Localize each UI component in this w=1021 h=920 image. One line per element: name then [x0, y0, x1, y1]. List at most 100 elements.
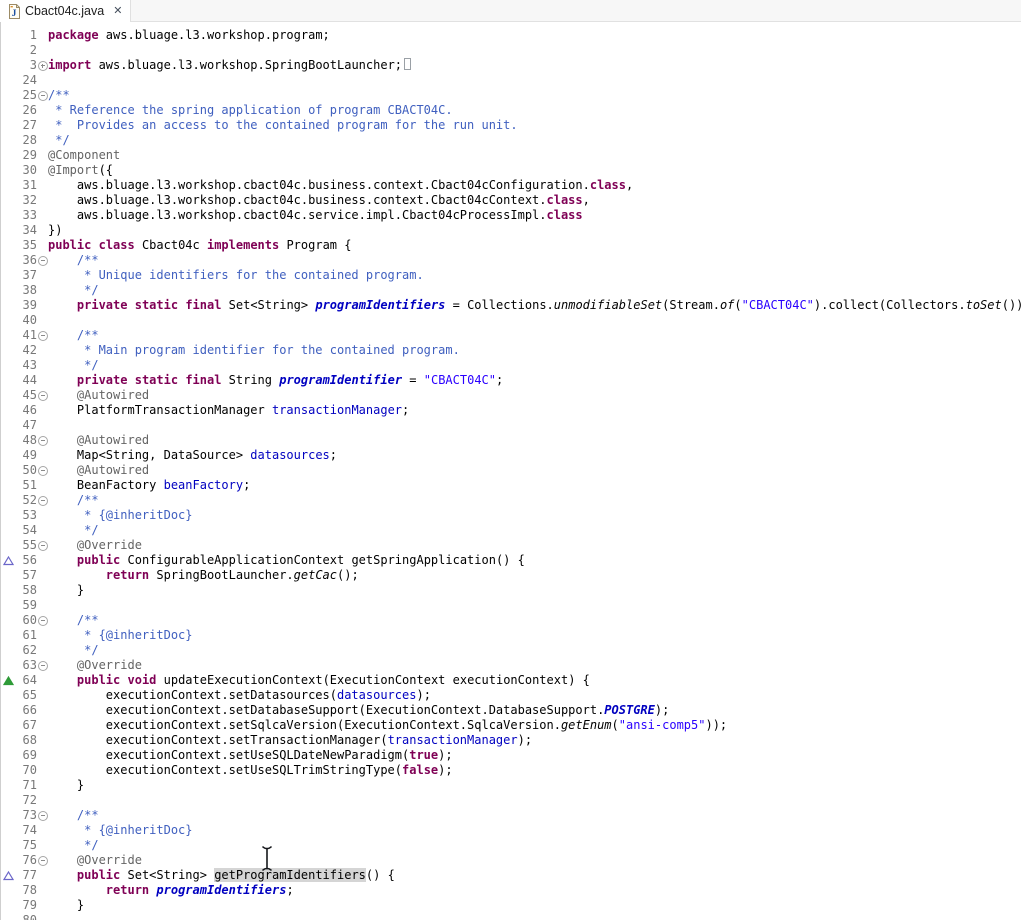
code-line[interactable]: 68 executionContext.setTransactionManage…	[1, 733, 1021, 748]
fold-collapse-icon[interactable]	[37, 253, 48, 268]
fold-collapse-icon[interactable]	[37, 388, 48, 403]
code-line[interactable]: 48 @Autowired	[1, 433, 1021, 448]
code-line[interactable]: 73 /**	[1, 808, 1021, 823]
code-line[interactable]: 57 return SpringBootLauncher.getCac();	[1, 568, 1021, 583]
code-line[interactable]: 28 */	[1, 133, 1021, 148]
fold-collapse-icon[interactable]	[37, 808, 48, 823]
fold-gutter	[37, 28, 48, 43]
code-line[interactable]: 27 * Provides an access to the contained…	[1, 118, 1021, 133]
marker-gutter	[1, 898, 15, 913]
override-marker-icon[interactable]	[1, 553, 15, 568]
code-line[interactable]: 3import aws.bluage.l3.workshop.SpringBoo…	[1, 58, 1021, 73]
code-line[interactable]: 45 @Autowired	[1, 388, 1021, 403]
code-line[interactable]: 31 aws.bluage.l3.workshop.cbact04c.busin…	[1, 178, 1021, 193]
marker-gutter	[1, 223, 15, 238]
marker-gutter	[1, 163, 15, 178]
line-number: 58	[15, 583, 37, 598]
fold-collapse-icon[interactable]	[37, 433, 48, 448]
code-line[interactable]: 61 * {@inheritDoc}	[1, 628, 1021, 643]
fold-gutter	[37, 643, 48, 658]
fold-collapse-icon[interactable]	[37, 658, 48, 673]
code-line[interactable]: 69 executionContext.setUseSQLDateNewPara…	[1, 748, 1021, 763]
fold-collapse-icon[interactable]	[37, 538, 48, 553]
code-line[interactable]: 52 /**	[1, 493, 1021, 508]
code-line[interactable]: 49 Map<String, DataSource> datasources;	[1, 448, 1021, 463]
code-line[interactable]: 56 public ConfigurableApplicationContext…	[1, 553, 1021, 568]
fold-expand-icon[interactable]	[37, 58, 48, 73]
code-line[interactable]: 1package aws.bluage.l3.workshop.program;	[1, 28, 1021, 43]
code-line[interactable]: 53 * {@inheritDoc}	[1, 508, 1021, 523]
code-line[interactable]: 63 @Override	[1, 658, 1021, 673]
code-line[interactable]: 35public class Cbact04c implements Progr…	[1, 238, 1021, 253]
marker-gutter	[1, 913, 15, 920]
code-area: 1package aws.bluage.l3.workshop.program;…	[1, 28, 1021, 920]
code-line[interactable]: 66 executionContext.setDatabaseSupport(E…	[1, 703, 1021, 718]
code-line[interactable]: 79 }	[1, 898, 1021, 913]
code-line[interactable]: 42 * Main program identifier for the con…	[1, 343, 1021, 358]
code-line[interactable]: 2	[1, 43, 1021, 58]
fold-gutter	[37, 508, 48, 523]
code-line[interactable]: 29@Component	[1, 148, 1021, 163]
code-line[interactable]: 25/**	[1, 88, 1021, 103]
code-line[interactable]: 26 * Reference the spring application of…	[1, 103, 1021, 118]
code-line[interactable]: 30@Import({	[1, 163, 1021, 178]
code-line[interactable]: 51 BeanFactory beanFactory;	[1, 478, 1021, 493]
fold-collapse-icon[interactable]	[37, 88, 48, 103]
code-text: public void updateExecutionContext(Execu…	[48, 673, 590, 688]
code-line[interactable]: 71 }	[1, 778, 1021, 793]
line-number: 79	[15, 898, 37, 913]
line-number: 61	[15, 628, 37, 643]
marker-gutter	[1, 688, 15, 703]
code-line[interactable]: 36 /**	[1, 253, 1021, 268]
code-line[interactable]: 43 */	[1, 358, 1021, 373]
fold-gutter	[37, 163, 48, 178]
code-line[interactable]: 67 executionContext.setSqlcaVersion(Exec…	[1, 718, 1021, 733]
code-line[interactable]: 24	[1, 73, 1021, 88]
code-line[interactable]: 65 executionContext.setDatasources(datas…	[1, 688, 1021, 703]
code-line[interactable]: 74 * {@inheritDoc}	[1, 823, 1021, 838]
tab-cbact04c-java[interactable]: J Cbact04c.java ✕	[0, 0, 131, 22]
code-line[interactable]: 59	[1, 598, 1021, 613]
override-marker-icon[interactable]	[1, 868, 15, 883]
code-text: import aws.bluage.l3.workshop.SpringBoot…	[48, 58, 411, 73]
code-line[interactable]: 60 /**	[1, 613, 1021, 628]
fold-gutter	[37, 748, 48, 763]
code-line[interactable]: 41 /**	[1, 328, 1021, 343]
code-line[interactable]: 62 */	[1, 643, 1021, 658]
code-line[interactable]: 76 @Override	[1, 853, 1021, 868]
fold-collapse-icon[interactable]	[37, 463, 48, 478]
code-line[interactable]: 75 */	[1, 838, 1021, 853]
code-line[interactable]: 46 PlatformTransactionManager transactio…	[1, 403, 1021, 418]
code-line[interactable]: 33 aws.bluage.l3.workshop.cbact04c.servi…	[1, 208, 1021, 223]
code-line[interactable]: 44 private static final String programId…	[1, 373, 1021, 388]
fold-collapse-icon[interactable]	[37, 613, 48, 628]
code-line[interactable]: 47	[1, 418, 1021, 433]
code-editor[interactable]: 1package aws.bluage.l3.workshop.program;…	[0, 22, 1021, 920]
marker-gutter	[1, 208, 15, 223]
code-line[interactable]: 37 * Unique identifiers for the containe…	[1, 268, 1021, 283]
fold-collapse-icon[interactable]	[37, 853, 48, 868]
code-line[interactable]: 58 }	[1, 583, 1021, 598]
code-line[interactable]: 72	[1, 793, 1021, 808]
code-line[interactable]: 34})	[1, 223, 1021, 238]
code-line[interactable]: 40	[1, 313, 1021, 328]
tab-close-icon[interactable]: ✕	[113, 6, 122, 17]
line-number: 62	[15, 643, 37, 658]
code-line[interactable]: 38 */	[1, 283, 1021, 298]
code-text: */	[48, 283, 99, 298]
code-line[interactable]: 64 public void updateExecutionContext(Ex…	[1, 673, 1021, 688]
code-line[interactable]: 32 aws.bluage.l3.workshop.cbact04c.busin…	[1, 193, 1021, 208]
code-line[interactable]: 78 return programIdentifiers;	[1, 883, 1021, 898]
code-line[interactable]: 54 */	[1, 523, 1021, 538]
code-line[interactable]: 39 private static final Set<String> prog…	[1, 298, 1021, 313]
fold-collapse-icon[interactable]	[37, 328, 48, 343]
fold-collapse-icon[interactable]	[37, 493, 48, 508]
code-line[interactable]: 80	[1, 913, 1021, 920]
code-line[interactable]: 77 public Set<String> getProgramIdentifi…	[1, 868, 1021, 883]
code-text: }	[48, 583, 84, 598]
implements-marker-icon[interactable]	[1, 673, 15, 688]
code-line[interactable]: 70 executionContext.setUseSQLTrimStringT…	[1, 763, 1021, 778]
code-line[interactable]: 50 @Autowired	[1, 463, 1021, 478]
collapsed-region-box[interactable]	[404, 58, 411, 70]
code-line[interactable]: 55 @Override	[1, 538, 1021, 553]
